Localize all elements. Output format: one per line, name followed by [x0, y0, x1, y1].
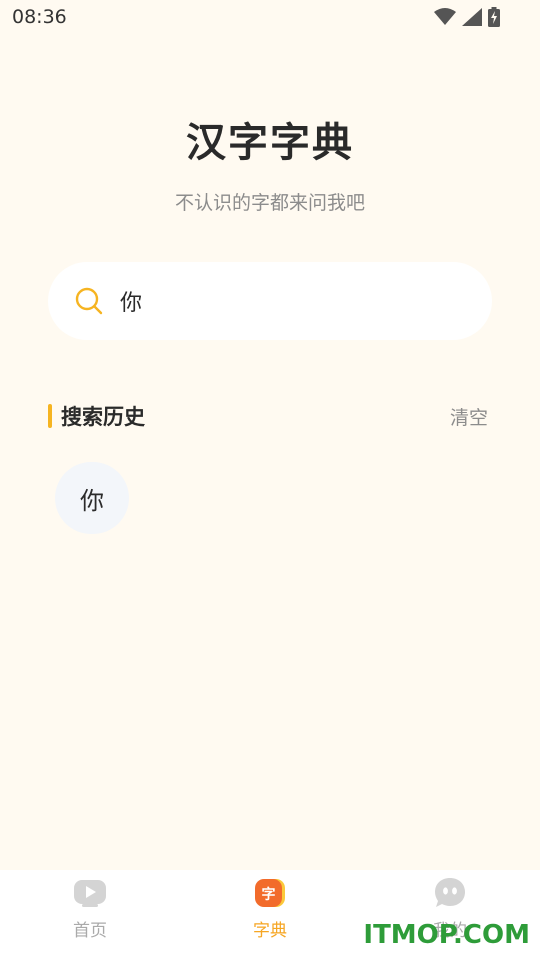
status-icons [434, 7, 500, 27]
history-list: 你 [55, 462, 129, 534]
nav-item-dictionary[interactable]: 字 字典 [180, 870, 360, 960]
accent-bar [48, 404, 52, 428]
watermark: ITMOP.COM [363, 920, 530, 950]
history-title-wrap: 搜索历史 [48, 401, 145, 431]
play-icon [74, 880, 106, 907]
search-bar[interactable] [48, 262, 492, 340]
nav-item-home[interactable]: 首页 [0, 870, 180, 960]
screen: 08:36 汉字字典 不认识的字都来问我吧 搜索历史 清 [0, 0, 540, 960]
dictionary-icon: 字 [255, 879, 285, 907]
status-bar: 08:36 [0, 0, 540, 34]
wifi-icon [434, 8, 456, 25]
dictionary-badge: 字 [262, 886, 276, 903]
cellular-signal-icon [462, 8, 482, 26]
clear-history-button[interactable]: 清空 [450, 403, 488, 430]
battery-icon [488, 7, 500, 27]
profile-icon [435, 878, 465, 907]
history-chip[interactable]: 你 [55, 462, 129, 534]
app-subtitle: 不认识的字都来问我吧 [174, 192, 365, 214]
nav-label-dictionary: 字典 [253, 921, 287, 941]
app-title: 汉字字典 [186, 120, 354, 166]
history-header: 搜索历史 清空 [48, 398, 488, 434]
search-icon [75, 287, 103, 315]
history-title: 搜索历史 [61, 405, 145, 429]
nav-label-home: 首页 [73, 921, 107, 941]
status-time: 08:36 [12, 6, 67, 28]
search-input[interactable] [120, 288, 440, 314]
